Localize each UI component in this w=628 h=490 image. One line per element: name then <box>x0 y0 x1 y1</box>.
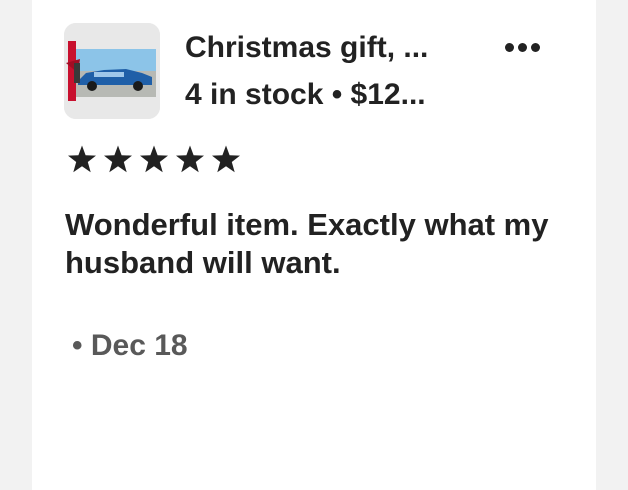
star-icon <box>102 144 134 174</box>
star-icon <box>138 144 170 174</box>
more-options-icon[interactable] <box>498 34 546 60</box>
review-date: • Dec 18 <box>72 329 188 362</box>
listing-stock-price: 4 in stock • $12... <box>185 78 426 111</box>
page: Christmas gift, ... 4 in stock • $12... … <box>0 0 628 490</box>
listing-thumbnail[interactable] <box>64 23 160 119</box>
dot <box>504 42 514 52</box>
listing-title[interactable]: Christmas gift, ... <box>185 30 428 66</box>
car-canvas-image <box>64 23 160 119</box>
review-text: Wonderful item. Exactly what my husband … <box>65 207 549 280</box>
dot <box>530 42 540 52</box>
star-icon <box>66 144 98 174</box>
star-icon <box>174 144 206 174</box>
rating-stars <box>66 144 242 174</box>
review-card: Christmas gift, ... 4 in stock • $12... … <box>32 0 596 490</box>
dot <box>517 42 527 52</box>
star-icon <box>210 144 242 174</box>
